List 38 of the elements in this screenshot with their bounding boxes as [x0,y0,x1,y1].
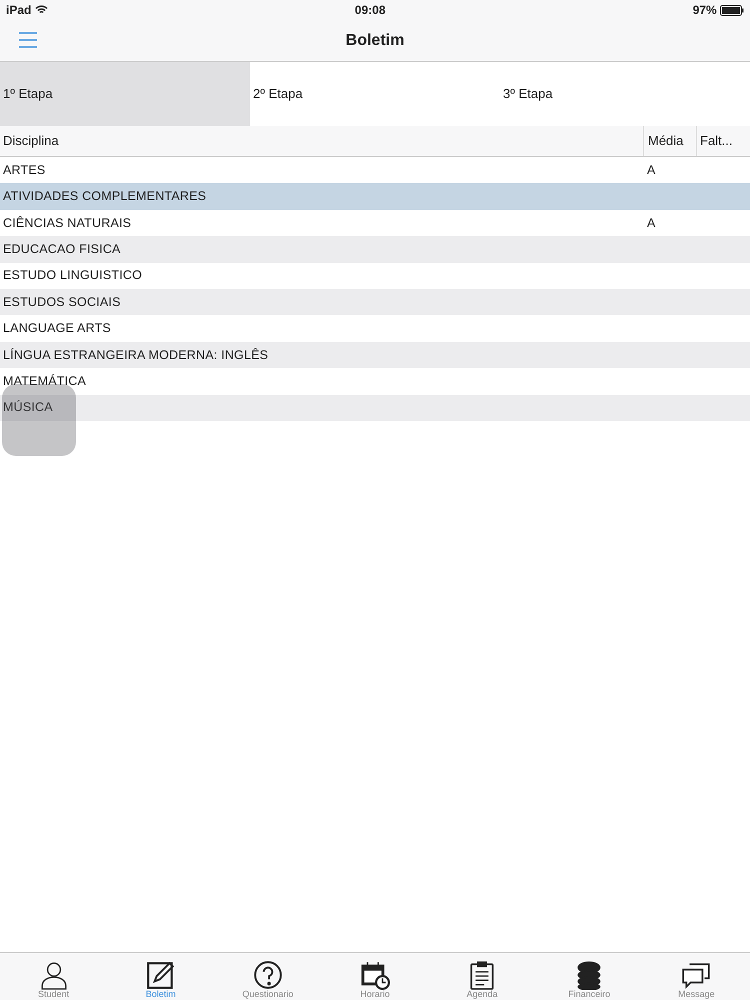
subject-cell: LANGUAGE ARTS [3,321,111,336]
table-row[interactable]: LANGUAGE ARTS [0,315,750,342]
table-row[interactable]: MATEMÁTICA [0,368,750,395]
screen-title: Boletim [346,30,404,50]
table-row[interactable]: MÚSICA [0,394,750,421]
table-row[interactable]: ESTUDOS SOCIAIS [0,288,750,316]
subject-cell: ESTUDO LINGUISTICO [3,268,142,282]
clock-time: 09:08 [354,2,386,19]
column-header: Disciplina [2,132,60,150]
subject-cell: ARTES [3,162,46,177]
subject-cell: LÍNGUA ESTRANGEIRA MODERNA: INGLÊS [3,348,268,362]
question-icon [252,960,283,990]
column-header: Falt... [696,126,750,156]
assistive-touch-button[interactable] [2,384,76,456]
table-row[interactable]: EDUCACAO FISICA [0,236,750,263]
calendar-clock-icon [360,960,390,990]
stage-tab[interactable]: 1º Etapa [0,62,250,126]
grade-cell: A [647,162,656,177]
table-row[interactable]: LÍNGUA ESTRANGEIRA MODERNA: INGLÊS [0,342,750,368]
table-row[interactable]: ESTUDO LINGUISTICO [0,262,750,289]
device-label: iPad [6,2,32,19]
subject-cell: ESTUDOS SOCIAIS [3,294,121,309]
table-row[interactable]: CIÊNCIAS NATURAIS A [0,210,750,236]
battery-icon [720,4,744,16]
person-icon [38,960,69,990]
subject-cell: EDUCACAO FISICA [3,242,121,256]
table-row[interactable]: ATIVIDADES COMPLEMENTARES [0,183,750,210]
subject-cell: CIÊNCIAS NATURAIS [3,216,132,230]
subject-cell: MÚSICA [3,400,53,414]
grade-cell: A [647,216,656,230]
menu-icon[interactable] [18,30,38,50]
pencil-square-icon [146,960,176,990]
column-header: Média [643,126,696,156]
wifi-icon [34,5,48,15]
subject-cell: ATIVIDADES COMPLEMENTARES [3,189,206,204]
battery-percent: 97% [692,2,717,19]
table-row[interactable]: ARTES A [0,157,750,184]
subject-cell: MATEMÁTICA [3,374,86,388]
